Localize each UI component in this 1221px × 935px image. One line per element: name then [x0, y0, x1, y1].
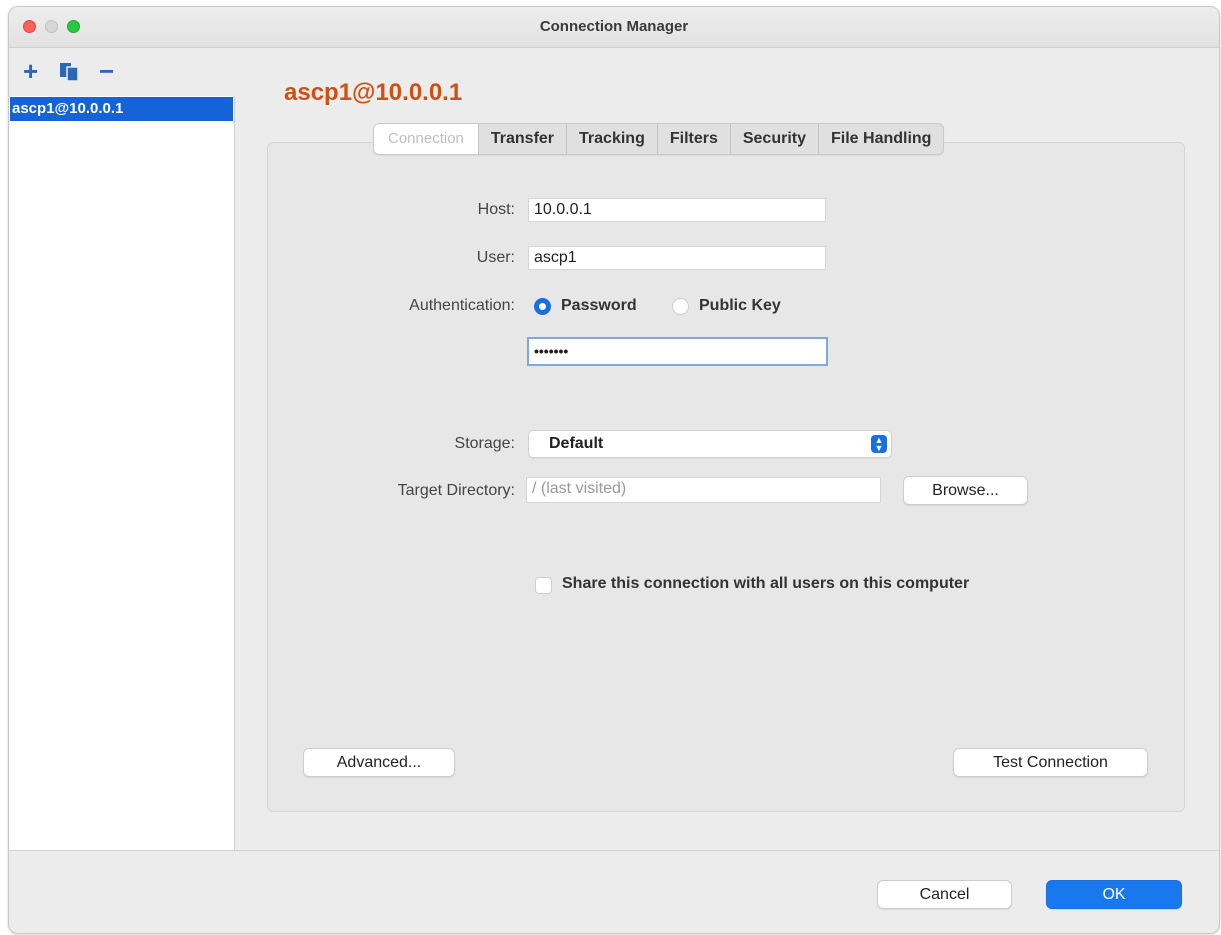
user-field[interactable]: ascp1: [528, 246, 826, 270]
tab-file-handling[interactable]: File Handling: [818, 124, 943, 154]
tab-connection[interactable]: Connection: [374, 124, 478, 154]
password-field[interactable]: •••••••: [527, 337, 828, 366]
connection-list: ascp1@10.0.0.1: [9, 96, 235, 850]
user-label: User:: [476, 249, 515, 266]
tab-filters[interactable]: Filters: [656, 124, 730, 154]
target-directory-field[interactable]: / (last visited): [526, 477, 881, 503]
advanced-button[interactable]: Advanced...: [303, 748, 455, 777]
ok-button[interactable]: OK: [1046, 880, 1182, 909]
test-connection-button[interactable]: Test Connection: [953, 748, 1148, 777]
storage-label: Storage:: [454, 435, 515, 452]
sidebar-toolbar: + −: [9, 48, 234, 96]
window-title: Connection Manager: [539, 18, 689, 35]
browse-button[interactable]: Browse...: [903, 476, 1028, 505]
password-radio[interactable]: [534, 298, 551, 315]
settings-tabs: Connection Transfer Tracking Filters Sec…: [373, 123, 945, 155]
public-key-radio[interactable]: [672, 298, 689, 315]
duplicate-connection-icon[interactable]: [59, 62, 81, 87]
host-field[interactable]: 10.0.0.1: [528, 198, 826, 222]
share-connection-label[interactable]: Share this connection with all users on …: [562, 575, 969, 593]
connection-list-item[interactable]: ascp1@10.0.0.1: [10, 97, 233, 121]
connection-title: ascp1@10.0.0.1: [284, 79, 463, 106]
title-bar: Connection Manager: [9, 7, 1219, 48]
storage-selected-value: Default: [549, 435, 604, 452]
remove-connection-icon[interactable]: −: [99, 56, 114, 87]
password-radio-label[interactable]: Password: [561, 297, 637, 315]
public-key-radio-label[interactable]: Public Key: [699, 297, 781, 315]
footer-divider: [9, 850, 1219, 851]
tab-tracking[interactable]: Tracking: [566, 124, 657, 154]
target-directory-placeholder: / (last visited): [532, 480, 627, 497]
target-directory-label: Target Directory:: [397, 482, 515, 499]
tab-transfer[interactable]: Transfer: [477, 124, 566, 154]
share-connection-checkbox[interactable]: [535, 577, 552, 594]
select-arrows-icon: ▲ ▼: [871, 435, 887, 453]
host-label: Host:: [477, 201, 515, 218]
cancel-button[interactable]: Cancel: [877, 880, 1012, 909]
connection-manager-window: Connection Manager + − ascp1@10.0.0.1 as…: [8, 6, 1220, 934]
authentication-label: Authentication:: [409, 297, 515, 314]
add-connection-icon[interactable]: +: [23, 56, 38, 87]
tab-security[interactable]: Security: [729, 124, 818, 154]
storage-select[interactable]: Default ▲ ▼: [528, 430, 892, 458]
